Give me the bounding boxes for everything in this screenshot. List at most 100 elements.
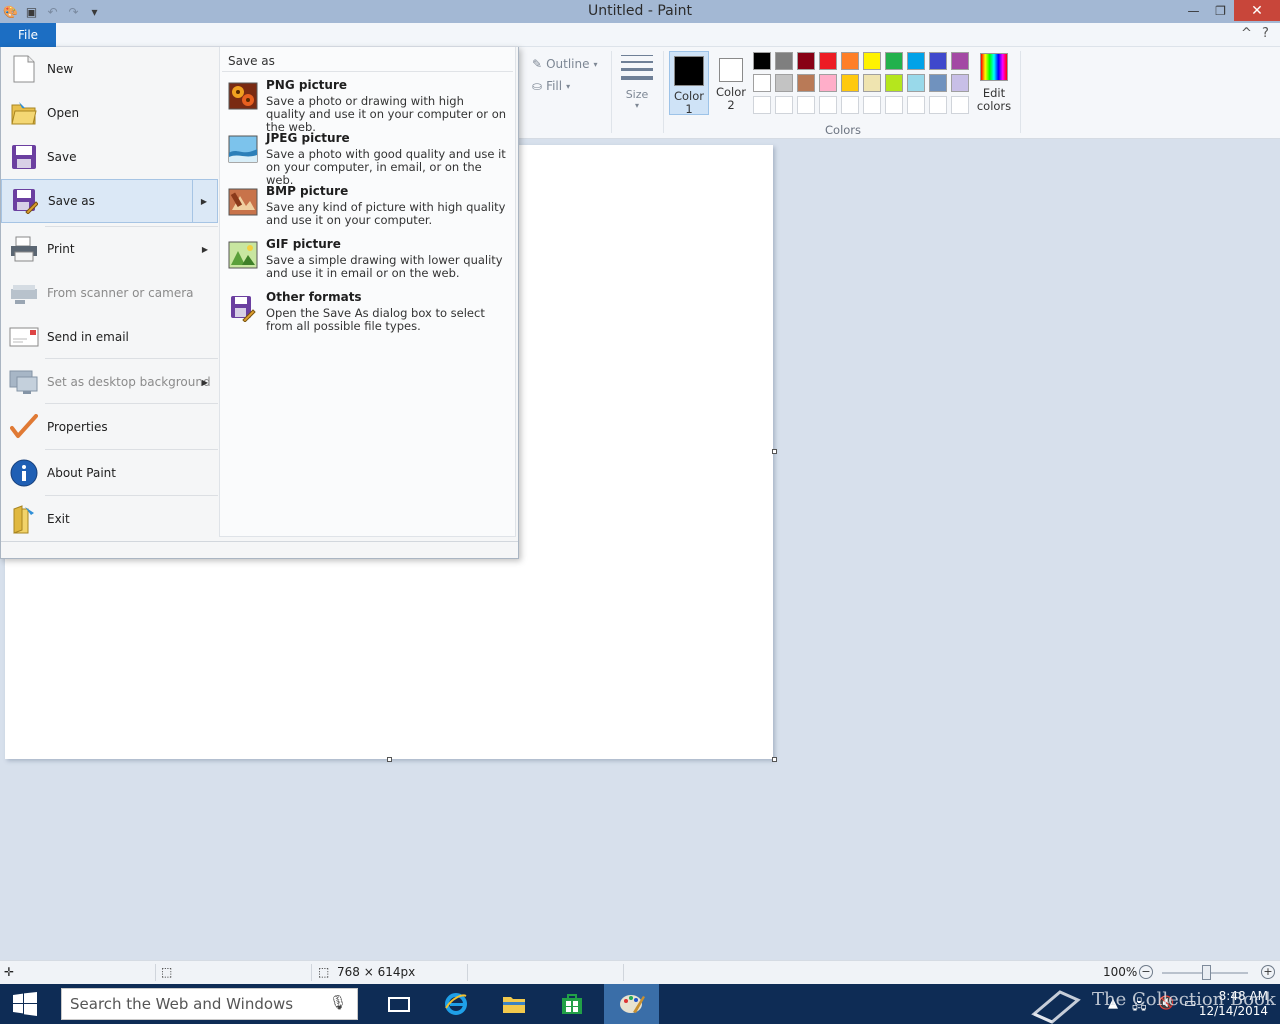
save-as-submenu: Save as PNG picture Save a photo or draw… (219, 47, 516, 537)
custom-color-slot[interactable] (753, 96, 771, 114)
resize-handle-right[interactable] (772, 449, 777, 454)
palette-swatch[interactable] (951, 74, 969, 92)
menu-item-set-desktop-background[interactable]: Set as desktop background ▶ (1, 359, 218, 405)
book-logo-icon (1031, 990, 1081, 1024)
palette-swatch[interactable] (841, 74, 859, 92)
submenu-arrow-icon[interactable]: ▶ (202, 245, 208, 254)
taskbar-search-box[interactable]: Search the Web and Windows 🎙 (61, 988, 358, 1020)
palette-swatch[interactable] (775, 74, 793, 92)
palette-swatch[interactable] (929, 52, 947, 70)
zoom-in-button[interactable]: + (1261, 965, 1275, 979)
palette-swatch[interactable] (753, 52, 771, 70)
store-icon[interactable] (546, 984, 598, 1024)
edit-colors-button[interactable]: Edit colors (976, 53, 1012, 113)
palette-swatch[interactable] (863, 52, 881, 70)
palette-swatch[interactable] (819, 52, 837, 70)
ribbon-tab-row: File ^ ? (0, 23, 1280, 47)
menu-item-label: Save (47, 150, 77, 164)
submenu-arrow-icon[interactable]: ▶ (202, 378, 208, 387)
zoom-out-button[interactable]: − (1139, 965, 1153, 979)
menu-item-new[interactable]: New (1, 47, 218, 91)
file-explorer-icon[interactable] (488, 984, 540, 1024)
menu-item-save[interactable]: Save (1, 135, 218, 179)
taskbar: Search the Web and Windows 🎙 ▲ 🖧 🔇 ▭ 8:4… (0, 984, 1280, 1024)
edit-colors-label: Edit colors (976, 86, 1012, 113)
help-icon[interactable]: ? (1262, 26, 1269, 41)
palette-swatch[interactable] (929, 74, 947, 92)
jpeg-picture-icon (228, 135, 258, 165)
option-description: Save a simple drawing with lower quality… (266, 253, 503, 280)
menu-item-open[interactable]: Open (1, 91, 218, 135)
file-tab[interactable]: File (0, 23, 56, 47)
palette-swatch[interactable] (907, 52, 925, 70)
title-bar: 🎨 ▣ ↶ ↷ ▾ Untitled - Paint — ❐ ✕ (0, 0, 1280, 23)
palette-swatch[interactable] (885, 74, 903, 92)
custom-color-slot[interactable] (907, 96, 925, 114)
menu-item-properties[interactable]: Properties (1, 404, 218, 450)
menu-item-save-as[interactable]: Save as ▶ (1, 179, 218, 223)
gif-picture-icon (228, 241, 258, 271)
custom-color-slot[interactable] (863, 96, 881, 114)
palette-swatch[interactable] (907, 74, 925, 92)
custom-color-slot[interactable] (775, 96, 793, 114)
close-button[interactable]: ✕ (1234, 0, 1280, 21)
internet-explorer-icon[interactable] (430, 984, 482, 1024)
paint-taskbar-icon[interactable] (604, 984, 659, 1024)
menu-item-about-paint[interactable]: About Paint (1, 450, 218, 496)
size-button[interactable]: Size ▾ (618, 53, 656, 110)
palette-swatch[interactable] (797, 74, 815, 92)
restore-button[interactable]: ❐ (1207, 0, 1234, 21)
collapse-ribbon-icon[interactable]: ^ (1241, 26, 1252, 41)
custom-color-slot[interactable] (797, 96, 815, 114)
palette-swatch[interactable] (775, 52, 793, 70)
windows-logo-icon (13, 992, 37, 1016)
save-disk-icon (9, 142, 39, 172)
menu-item-label: From scanner or camera (47, 286, 194, 300)
palette-swatch[interactable] (951, 52, 969, 70)
email-icon (9, 322, 39, 352)
outline-dropdown[interactable]: ✎ Outline ▾ (532, 53, 598, 75)
open-folder-icon (9, 98, 39, 128)
fill-dropdown[interactable]: ⛀ Fill ▾ (532, 75, 598, 97)
save-as-bmp-option[interactable]: BMP picture Save any kind of picture wit… (226, 184, 511, 236)
zoom-slider-thumb[interactable] (1202, 965, 1211, 980)
palette-swatch[interactable] (819, 74, 837, 92)
task-view-icon[interactable] (373, 984, 425, 1024)
menu-item-print[interactable]: Print ▶ (1, 227, 218, 271)
microphone-icon[interactable]: 🎙 (329, 995, 347, 1011)
outline-label: Outline (546, 57, 590, 71)
checkmark-icon (9, 412, 39, 442)
menu-item-send-email[interactable]: Send in email (1, 315, 218, 359)
option-description: Save a photo with good quality and use i… (266, 147, 506, 187)
palette-swatch[interactable] (841, 52, 859, 70)
colors-group-label: Colors (825, 123, 862, 137)
save-as-other-formats-option[interactable]: Other formats Open the Save As dialog bo… (226, 290, 511, 342)
resize-handle-bottom[interactable] (387, 757, 392, 762)
resize-handle-corner[interactable] (772, 757, 777, 762)
custom-color-slot[interactable] (819, 96, 837, 114)
save-as-png-option[interactable]: PNG picture Save a photo or drawing with… (226, 78, 511, 134)
menu-item-label: Save as (48, 194, 95, 208)
menu-item-from-scanner[interactable]: From scanner or camera (1, 271, 218, 315)
palette-swatch[interactable] (885, 52, 903, 70)
save-as-gif-option[interactable]: GIF picture Save a simple drawing with l… (226, 237, 511, 289)
save-as-jpeg-option[interactable]: JPEG picture Save a photo with good qual… (226, 131, 511, 187)
menu-item-exit[interactable]: Exit (1, 496, 218, 542)
save-as-heading: Save as (228, 54, 275, 68)
color2-button[interactable]: Color 2 (711, 51, 751, 115)
palette-swatch[interactable] (797, 52, 815, 70)
custom-color-slot[interactable] (841, 96, 859, 114)
custom-color-slot[interactable] (885, 96, 903, 114)
start-button[interactable] (0, 984, 50, 1024)
color1-button[interactable]: Color 1 (669, 51, 709, 116)
fill-bucket-icon: ⛀ (532, 79, 543, 93)
custom-color-slot[interactable] (929, 96, 947, 114)
custom-color-slot[interactable] (951, 96, 969, 114)
color1-label: Color 1 (673, 89, 705, 116)
palette-swatch[interactable] (753, 74, 771, 92)
submenu-arrow-icon[interactable]: ▶ (201, 197, 207, 206)
cursor-position-icon: ✛ (4, 965, 15, 979)
option-title: Other formats (266, 290, 362, 304)
minimize-button[interactable]: — (1180, 0, 1207, 21)
palette-swatch[interactable] (863, 74, 881, 92)
